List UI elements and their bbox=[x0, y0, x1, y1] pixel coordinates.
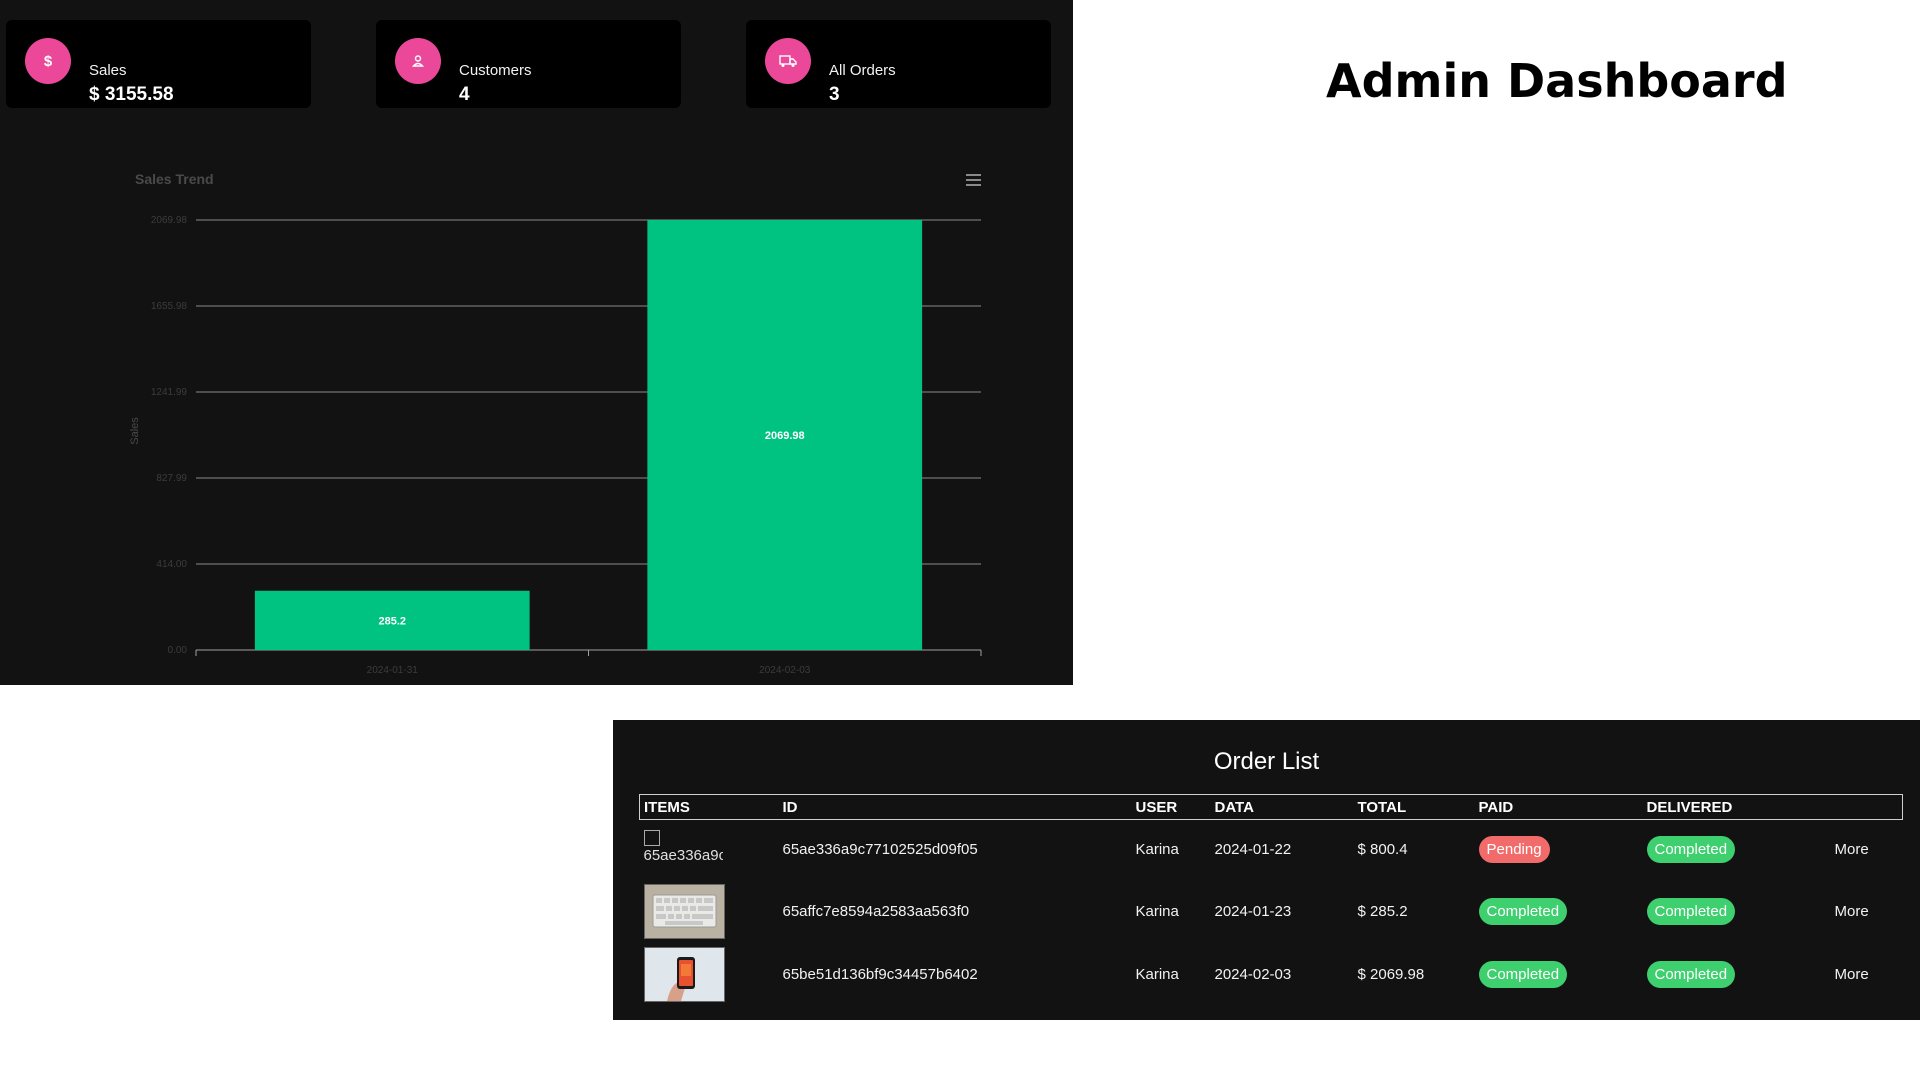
y-tick-label: 2069.98 bbox=[151, 215, 188, 226]
bar-value-label: 2069.98 bbox=[765, 430, 805, 442]
dashboard-panel: $ Sales $ 3155.58 Customers 4 All Orders… bbox=[0, 0, 1073, 685]
x-tick-label: 2024-01-31 bbox=[367, 665, 419, 676]
order-user: Karina bbox=[1135, 902, 1179, 920]
y-tick-label: 0.00 bbox=[168, 645, 188, 656]
y-tick-label: 1241.99 bbox=[151, 387, 188, 398]
paid-status-badge: Pending bbox=[1478, 836, 1550, 864]
order-list-panel: Order List ITEMS ID USER DATA TOTAL PAID… bbox=[613, 720, 1920, 1020]
order-date: 2024-01-23 bbox=[1214, 902, 1292, 920]
item-alt-text: 65ae336a9c bbox=[643, 846, 723, 864]
table-row: 65be51d136bf9c34457b6402 Karina 2024-02-… bbox=[640, 943, 1903, 1006]
paid-status-badge: Completed bbox=[1478, 960, 1568, 988]
item-cell bbox=[640, 943, 779, 1006]
keyboard-image bbox=[643, 883, 725, 939]
order-id: 65affc7e8594a2583aa563f0 bbox=[782, 902, 970, 920]
order-total: $ 2069.98 bbox=[1357, 965, 1425, 983]
table-row: 65affc7e8594a2583aa563f0 Karina 2024-01-… bbox=[640, 880, 1903, 943]
order-list-title: Order List bbox=[1213, 748, 1320, 775]
paid-status-badge: Completed bbox=[1478, 897, 1568, 925]
col-actions bbox=[1831, 795, 1903, 820]
delivered-status-badge: Completed bbox=[1646, 836, 1736, 864]
order-id: 65be51d136bf9c34457b6402 bbox=[782, 965, 978, 983]
paid-cell: Completed bbox=[1475, 943, 1643, 1006]
more-link[interactable]: More bbox=[1831, 880, 1903, 943]
col-paid: PAID bbox=[1478, 798, 1514, 816]
order-total: $ 285.2 bbox=[1357, 902, 1408, 920]
order-date: 2024-01-22 bbox=[1214, 841, 1292, 859]
delivered-cell: Completed bbox=[1643, 943, 1831, 1006]
item-cell: 65ae336a9c bbox=[640, 820, 779, 880]
order-table: ITEMS ID USER DATA TOTAL PAID DELIVERED … bbox=[639, 794, 1903, 1006]
item-cell bbox=[640, 880, 779, 943]
col-user: USER bbox=[1135, 798, 1178, 816]
more-link[interactable]: More bbox=[1831, 943, 1903, 1006]
paid-cell: Pending bbox=[1475, 820, 1643, 880]
order-date: 2024-02-03 bbox=[1214, 965, 1292, 983]
sales-trend-chart: Sales Trend Sales 0.00 414.00 827.99 1241.9… bbox=[129, 171, 982, 676]
x-tick-label: 2024-02-03 bbox=[759, 665, 811, 676]
y-tick-label: 1655.98 bbox=[151, 301, 188, 312]
table-row: 65ae336a9c 65ae336a9c77102525d09f05 Kari… bbox=[640, 820, 1903, 880]
delivered-cell: Completed bbox=[1643, 820, 1831, 880]
broken-image-icon: 65ae336a9c bbox=[643, 829, 723, 870]
paid-cell: Completed bbox=[1475, 880, 1643, 943]
y-tick-label: 827.99 bbox=[156, 473, 187, 484]
page-title: Admin Dashboard bbox=[1326, 54, 1788, 108]
hamburger-icon[interactable] bbox=[966, 174, 981, 186]
order-user: Karina bbox=[1135, 965, 1179, 983]
bar-value-label: 285.2 bbox=[378, 615, 406, 627]
phone-image bbox=[643, 946, 725, 1002]
col-data: DATA bbox=[1214, 798, 1254, 816]
y-axis-label: Sales bbox=[129, 417, 141, 445]
y-tick-label: 414.00 bbox=[156, 559, 187, 570]
col-total: TOTAL bbox=[1357, 798, 1407, 816]
col-items: ITEMS bbox=[644, 798, 690, 816]
more-link[interactable]: More bbox=[1831, 820, 1903, 880]
col-id: ID bbox=[782, 798, 798, 816]
delivered-status-badge: Completed bbox=[1646, 897, 1736, 925]
order-id: 65ae336a9c77102525d09f05 bbox=[782, 841, 978, 859]
order-user: Karina bbox=[1135, 841, 1179, 859]
chart-title: Sales Trend bbox=[135, 171, 214, 187]
order-total: $ 800.4 bbox=[1357, 841, 1408, 859]
delivered-cell: Completed bbox=[1643, 880, 1831, 943]
col-delivered: DELIVERED bbox=[1646, 798, 1733, 816]
delivered-status-badge: Completed bbox=[1646, 960, 1736, 988]
table-header-row: ITEMS ID USER DATA TOTAL PAID DELIVERED bbox=[639, 794, 1903, 820]
